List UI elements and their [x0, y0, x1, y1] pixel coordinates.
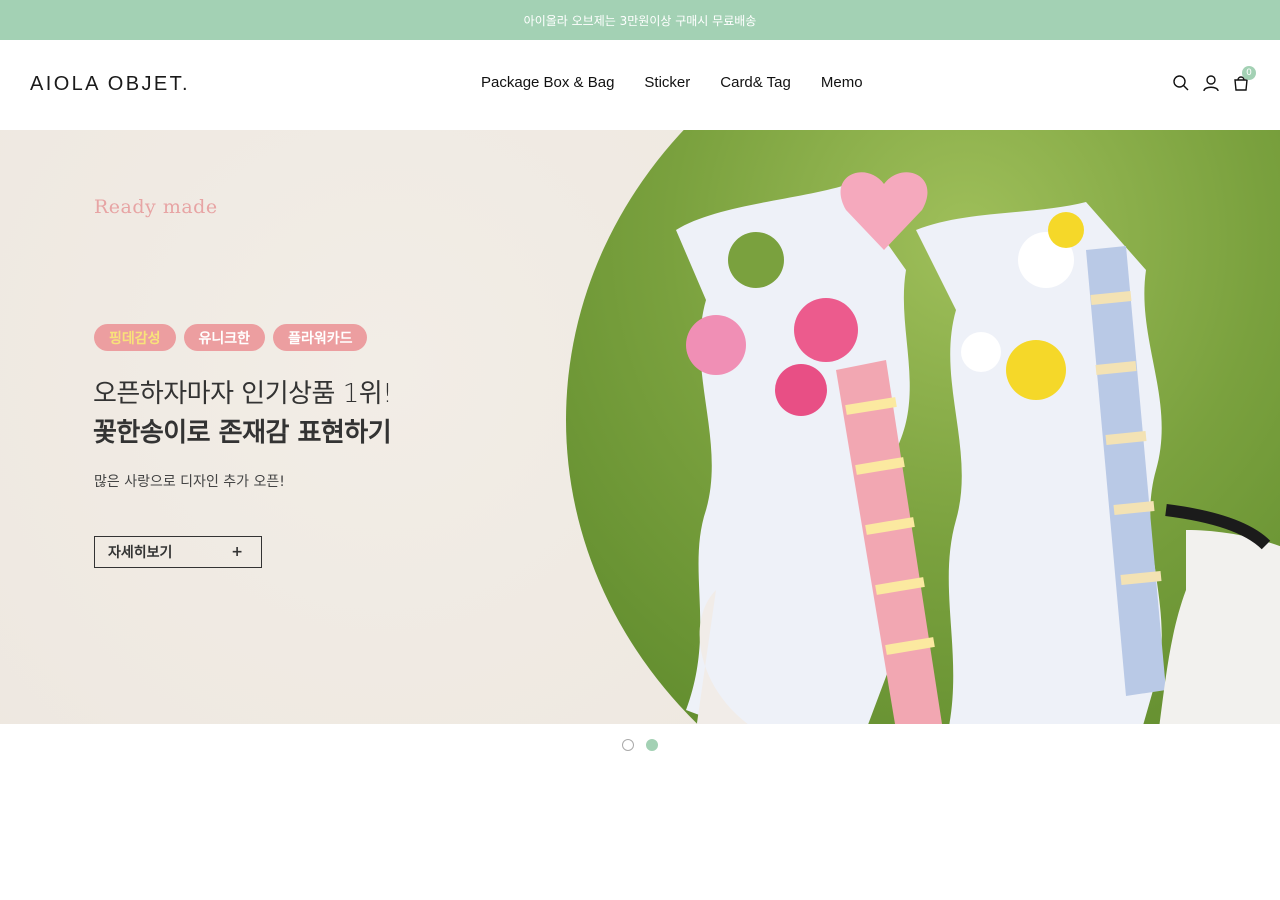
hero-tag: 핑데감성	[94, 324, 176, 351]
announcement-text: 아이올라 오브제는 3만원이상 구매시 무료배송	[523, 13, 757, 28]
site-header: AIOLA OBJET. Package Box & Bag Sticker C…	[0, 40, 1280, 130]
hero-banner[interactable]: Ready made 핑데감성 유니크한 플라워카드 오픈하자마자 인기상품 1…	[0, 130, 1280, 724]
cart-icon[interactable]: 0	[1232, 66, 1256, 92]
carousel-dot-1[interactable]	[622, 739, 634, 751]
hero-headline-line2: 꽃한송이로 존재감 표현하기	[93, 418, 392, 448]
hero-tag: 플라워카드	[273, 324, 368, 351]
nav-item-sticker[interactable]: Sticker	[644, 74, 690, 91]
logo[interactable]: AIOLA OBJET.	[30, 73, 190, 96]
view-details-label: 자세히보기	[108, 545, 173, 561]
nav-item-card-tag[interactable]: Card& Tag	[720, 74, 791, 91]
main-nav: Package Box & Bag Sticker Card& Tag Memo	[481, 74, 863, 91]
carousel-dot-2[interactable]	[646, 739, 658, 751]
announcement-bar: 아이올라 오브제는 3만원이상 구매시 무료배송	[0, 0, 1280, 40]
cart-count-badge: 0	[1242, 66, 1256, 80]
nav-item-memo[interactable]: Memo	[821, 74, 863, 91]
hero-description: 많은 사랑으로 디자인 추가 오픈!	[94, 474, 285, 490]
search-icon[interactable]	[1172, 74, 1190, 92]
view-details-button[interactable]: 자세히보기 +	[94, 536, 262, 568]
hero-photo	[566, 130, 1280, 724]
user-icon[interactable]	[1202, 74, 1220, 92]
nav-item-package-box-bag[interactable]: Package Box & Bag	[481, 74, 614, 91]
header-icons: 0	[1172, 66, 1256, 92]
plus-icon: +	[231, 544, 243, 560]
carousel-pagination	[622, 739, 658, 751]
hero-headline-line1: 오픈하자마자 인기상품 1위!	[93, 379, 393, 409]
hero-tags: 핑데감성 유니크한 플라워카드	[94, 324, 368, 351]
hero-tag: 유니크한	[183, 324, 266, 351]
hero-eyebrow: Ready made	[94, 196, 218, 218]
